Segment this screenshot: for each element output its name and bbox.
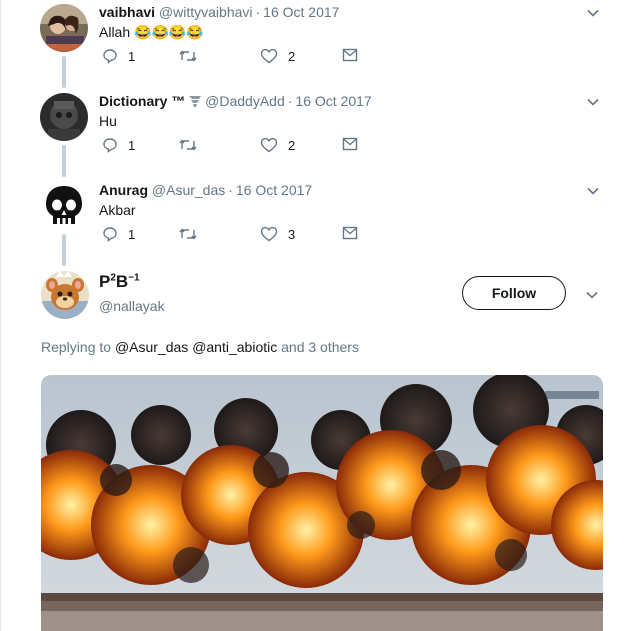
main-avatar[interactable] — [41, 271, 89, 319]
replying-others-link[interactable]: and 3 others — [281, 339, 359, 355]
avatar[interactable] — [40, 182, 88, 230]
thread-connector — [62, 234, 66, 266]
reply-button[interactable]: 1 — [102, 226, 135, 242]
chevron-down-icon[interactable] — [586, 95, 600, 109]
tornado-emoji-icon — [189, 94, 202, 111]
direct-message-button[interactable] — [342, 226, 358, 240]
tweet-header: vaibhavi @wittyvaibhavi · 16 Oct 2017 — [99, 4, 339, 20]
timeline-border — [0, 0, 1, 631]
tweet-actions: 1 2 — [102, 48, 392, 68]
like-button[interactable]: 2 — [260, 137, 295, 153]
tweet-anurag[interactable]: Anurag @Asur_das · 16 Oct 2017 Akbar 1 3 — [40, 182, 610, 266]
retweet-icon — [178, 226, 198, 242]
like-button[interactable]: 3 — [260, 226, 295, 242]
avatar[interactable] — [40, 4, 88, 52]
tweet-actions: 1 2 — [102, 137, 392, 157]
chevron-down-icon[interactable] — [586, 6, 600, 20]
direct-message-button[interactable] — [342, 137, 358, 151]
direct-message-button[interactable] — [342, 48, 358, 62]
mention-link[interactable]: @anti_abiotic — [192, 339, 277, 355]
tweet-date[interactable]: 16 Oct 2017 — [263, 4, 339, 20]
reply-button[interactable]: 1 — [102, 137, 135, 153]
like-count: 3 — [288, 226, 296, 242]
thread-connector — [62, 145, 66, 177]
replying-prefix: Replying to — [41, 339, 112, 355]
reply-icon — [102, 48, 118, 64]
tweet-date[interactable]: 16 Oct 2017 — [236, 182, 312, 198]
like-count: 2 — [288, 137, 296, 153]
retweet-button[interactable] — [178, 226, 198, 242]
author-handle[interactable]: @Asur_das — [152, 182, 225, 198]
tweet-text: Akbar — [99, 202, 136, 218]
mention-link[interactable]: @Asur_das — [115, 339, 188, 355]
separator-dot: · — [255, 4, 261, 20]
like-icon — [260, 137, 278, 153]
author-handle[interactable]: @wittyvaibhavi — [159, 4, 253, 20]
like-button[interactable]: 2 — [260, 48, 295, 64]
author-name[interactable]: Dictionary ™ — [99, 93, 185, 109]
tweet-text: Hu — [99, 113, 117, 129]
direct-message-icon — [342, 48, 358, 62]
retweet-button[interactable] — [178, 48, 198, 64]
name-superscript: −1 — [128, 272, 140, 284]
retweet-icon — [178, 137, 198, 153]
separator-dot: · — [228, 182, 233, 198]
name-part: P — [99, 272, 111, 291]
tweet-media-image[interactable] — [41, 375, 603, 631]
like-icon — [260, 48, 278, 64]
author-handle[interactable]: @DaddyAdd — [205, 93, 285, 109]
avatar[interactable] — [40, 93, 88, 141]
thread-connector — [62, 56, 66, 88]
tweet-actions: 1 3 — [102, 226, 392, 246]
reply-icon — [102, 226, 118, 242]
tweet-header: Dictionary ™ @DaddyAdd · 16 Oct 2017 — [99, 93, 372, 111]
direct-message-icon — [342, 137, 358, 151]
chevron-down-icon[interactable] — [586, 184, 600, 198]
follow-button[interactable]: Follow — [462, 276, 566, 310]
direct-message-icon — [342, 226, 358, 240]
replying-to: Replying to @Asur_das @anti_abiotic and … — [41, 339, 359, 355]
reply-count: 1 — [128, 226, 136, 242]
retweet-icon — [178, 48, 198, 64]
like-icon — [260, 226, 278, 242]
author-name[interactable]: Anurag — [99, 182, 148, 198]
reply-button[interactable]: 1 — [102, 48, 135, 64]
tweet-header: Anurag @Asur_das · 16 Oct 2017 — [99, 182, 312, 198]
retweet-button[interactable] — [178, 137, 198, 153]
author-name[interactable]: vaibhavi — [99, 4, 155, 20]
reply-icon — [102, 137, 118, 153]
tweet-date[interactable]: 16 Oct 2017 — [295, 93, 371, 109]
main-author-handle[interactable]: @nallayak — [99, 298, 165, 314]
reply-count: 1 — [128, 137, 136, 153]
reply-count: 1 — [128, 48, 136, 64]
tweet-text: Allah 😂😂😂😂 — [99, 24, 204, 40]
chevron-down-icon[interactable] — [585, 288, 599, 302]
like-count: 2 — [288, 48, 296, 64]
tweet-dictionary[interactable]: Dictionary ™ @DaddyAdd · 16 Oct 2017 Hu 1 … — [40, 93, 610, 177]
name-part: B — [115, 272, 129, 291]
main-author-name[interactable]: P2B−1 — [99, 272, 140, 292]
tweet-vaibhavi[interactable]: vaibhavi @wittyvaibhavi · 16 Oct 2017 Alla… — [40, 4, 610, 88]
separator-dot: · — [287, 93, 293, 109]
